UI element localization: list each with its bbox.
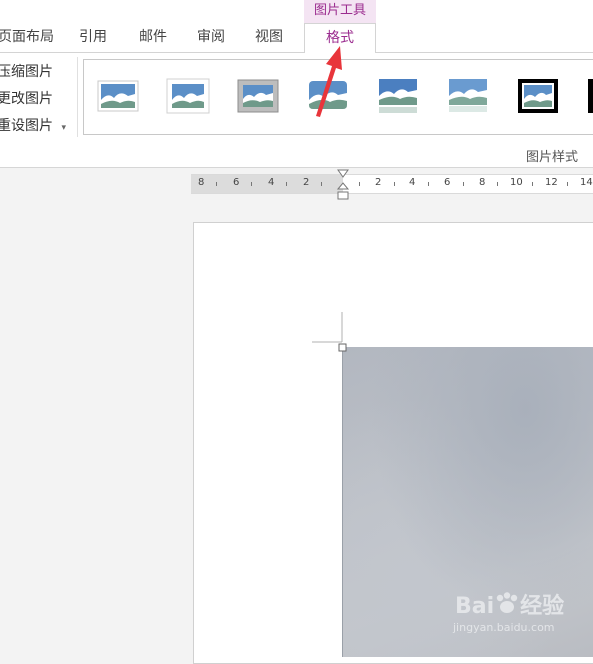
ruler-label: 8: [479, 177, 486, 188]
ribbon-panel: 压缩图片 更改图片 重设图片 ▾ 图片样式: [0, 53, 593, 168]
picture-style-2-icon: [166, 78, 210, 114]
picture-styles-group-label: 图片样式: [526, 150, 579, 165]
picture-style-5[interactable]: [376, 76, 420, 116]
ruler-label: 4: [268, 177, 275, 188]
horizontal-ruler[interactable]: 8 6 4 2 2 4 6 8 10 12 14: [191, 174, 593, 194]
picture-style-5-icon: [379, 79, 417, 113]
ruler-label: 6: [233, 177, 240, 188]
watermark-brand-a: Bai: [455, 594, 495, 619]
picture-style-6-icon: [449, 79, 487, 112]
picture-style-2[interactable]: [166, 76, 210, 116]
ruler-label: 6: [444, 177, 451, 188]
picture-style-3-icon: [237, 79, 279, 113]
ruler-tick: [463, 182, 464, 186]
ruler-label: 12: [545, 177, 558, 188]
tab-references[interactable]: 引用: [79, 26, 107, 48]
ruler-tick: [532, 182, 533, 186]
tab-page-layout[interactable]: 页面布局: [0, 26, 54, 48]
picture-style-1-icon: [97, 80, 139, 112]
ruler-label: 2: [375, 177, 382, 188]
ruler-tick: [567, 182, 568, 186]
resize-handle-icon[interactable]: [338, 343, 348, 353]
ribbon-tab-bar: 页面布局 引用 邮件 审阅 视图 图片工具 格式: [0, 0, 593, 55]
ruler-tick: [321, 182, 322, 186]
ruler-tick: [497, 182, 498, 186]
picture-style-3[interactable]: [236, 76, 280, 116]
watermark-brand-b: 经验: [520, 594, 565, 619]
ruler-area: 8 6 4 2 2 4 6 8 10 12 14: [0, 168, 593, 201]
dropdown-arrow-icon: ▾: [61, 123, 66, 133]
indent-marker-icon[interactable]: [336, 169, 350, 201]
baidu-watermark: Bai 经验: [455, 588, 564, 620]
picture-style-7-icon: [518, 79, 558, 113]
ruler-tick: [251, 182, 252, 186]
picture-style-8-icon: [588, 79, 593, 113]
ruler-tick: [428, 182, 429, 186]
tab-review[interactable]: 审阅: [197, 26, 225, 48]
picture-style-8[interactable]: [586, 76, 593, 116]
ruler-label: 4: [409, 177, 416, 188]
picture-style-7[interactable]: [516, 76, 560, 116]
ruler-tick: [394, 182, 395, 186]
tab-view[interactable]: 视图: [255, 26, 283, 48]
ruler-label: 8: [198, 177, 205, 188]
picture-tools-header: 图片工具: [304, 0, 376, 23]
ruler-label: 2: [303, 177, 310, 188]
annotation-arrow-icon: [316, 46, 342, 117]
margin-corner-icon: [312, 312, 343, 343]
group-divider: [77, 57, 78, 137]
tab-mailings[interactable]: 邮件: [139, 26, 167, 48]
compress-pictures-button[interactable]: 压缩图片: [0, 61, 53, 83]
ruler-tick: [359, 182, 360, 186]
ruler-tick: [216, 182, 217, 186]
reset-picture-button[interactable]: 重设图片 ▾: [0, 115, 66, 137]
ruler-label: 10: [510, 177, 523, 188]
ruler-label: 14: [580, 177, 593, 188]
ruler-tick: [286, 182, 287, 186]
watermark-site: jingyan.baidu.com: [453, 621, 555, 634]
change-picture-button[interactable]: 更改图片: [0, 88, 53, 110]
reset-picture-label: 重设图片: [0, 118, 53, 134]
picture-style-1[interactable]: [96, 76, 140, 116]
picture-style-6[interactable]: [446, 76, 490, 116]
paw-icon: [496, 592, 518, 613]
